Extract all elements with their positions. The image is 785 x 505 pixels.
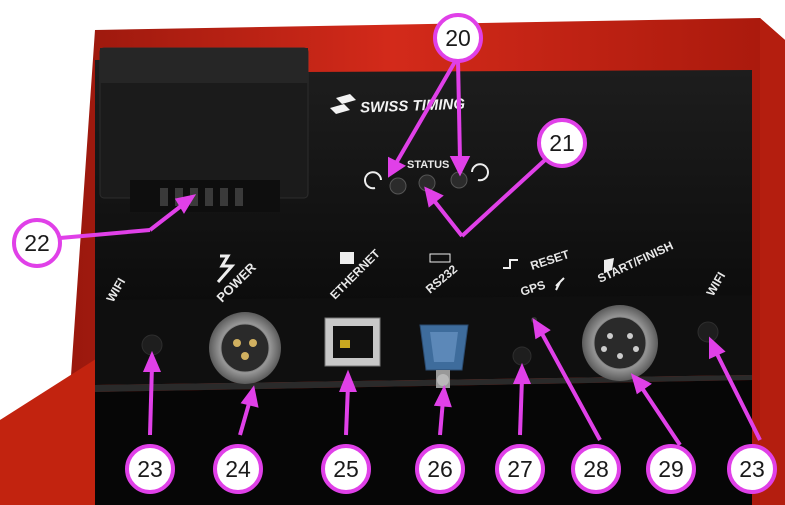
callout-23-left: 23 <box>125 444 175 494</box>
callout-20: 20 <box>433 13 483 63</box>
callout-21: 21 <box>537 118 587 168</box>
ethernet-icon <box>340 252 354 264</box>
gps-port <box>512 346 532 366</box>
callout-26-label: 26 <box>427 456 453 482</box>
status-label: STATUS <box>407 159 449 171</box>
callout-27-label: 27 <box>507 456 533 482</box>
callout-20-label: 20 <box>445 25 471 51</box>
callout-23-left-label: 23 <box>137 456 163 482</box>
device-illustration: SWISS TIMING STATUS WIFI POWER ETHERNET … <box>0 13 785 505</box>
callout-28: 28 <box>571 444 621 494</box>
callout-23-right: 23 <box>727 444 777 494</box>
callout-29-label: 29 <box>658 456 684 482</box>
wifi-antenna-right <box>697 321 719 343</box>
callout-25-label: 25 <box>333 456 359 482</box>
device-photo: SWISS TIMING STATUS WIFI POWER ETHERNET … <box>0 0 785 505</box>
callout-27: 27 <box>495 444 545 494</box>
callout-25: 25 <box>321 444 371 494</box>
connector-hood <box>99 47 309 212</box>
callout-24: 24 <box>213 444 263 494</box>
callout-23-right-label: 23 <box>739 456 765 482</box>
start-finish-connector <box>582 305 658 381</box>
callout-22-label: 22 <box>24 230 50 256</box>
callout-24-label: 24 <box>225 456 251 482</box>
callout-28-label: 28 <box>583 456 609 482</box>
callout-29: 29 <box>646 444 696 494</box>
callout-21-label: 21 <box>549 130 575 156</box>
callout-26: 26 <box>415 444 465 494</box>
callout-22: 22 <box>12 218 62 268</box>
ethernet-port <box>324 317 381 367</box>
power-connector <box>209 312 281 384</box>
